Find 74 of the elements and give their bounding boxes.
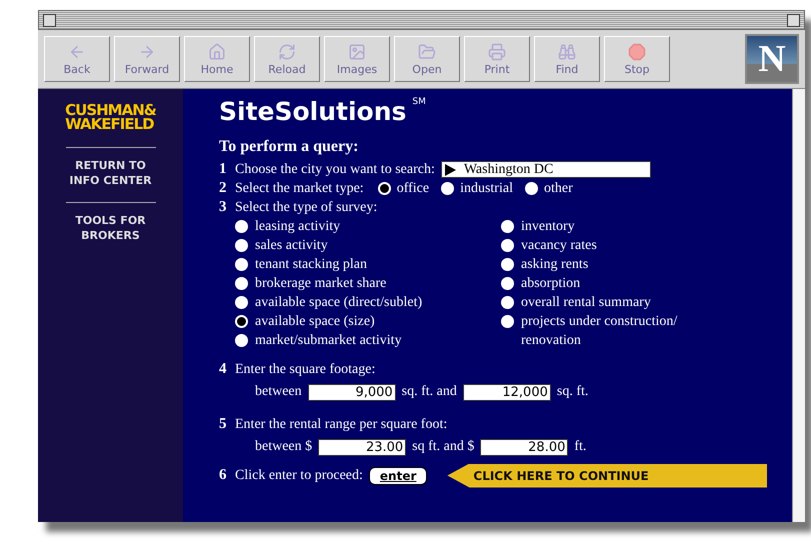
binoculars-icon — [558, 42, 576, 60]
option-label: vacancy rates — [521, 237, 598, 255]
radio-button[interactable] — [235, 239, 248, 252]
sidebar-link[interactable]: RETURN TO INFO CENTER — [66, 147, 156, 202]
step-number: 2 — [219, 180, 228, 197]
option-label: tenant stacking plan — [255, 256, 368, 274]
radio-button[interactable] — [235, 296, 248, 309]
radio-button[interactable] — [235, 258, 248, 271]
step-number: 6 — [219, 467, 228, 484]
input-field[interactable]: 28.00 — [480, 438, 568, 456]
radio-button[interactable] — [235, 277, 248, 290]
option-label: inventory — [521, 218, 576, 236]
city-select[interactable]: Washington DC — [440, 161, 651, 178]
zoom-box[interactable] — [787, 14, 800, 26]
option-label: projects under construction/ renovation — [521, 313, 678, 350]
range-label: ft. — [574, 439, 586, 455]
radio-button[interactable] — [235, 334, 248, 347]
radio-button[interactable] — [441, 182, 454, 195]
refresh-icon — [278, 42, 296, 60]
step-number: 4 — [219, 361, 228, 378]
printer-icon — [488, 42, 506, 60]
range-label: between — [255, 384, 302, 400]
range-label: between $ — [255, 439, 312, 455]
input-field[interactable]: 23.00 — [318, 438, 406, 456]
step-label: Click enter to proceed: — [235, 468, 363, 484]
option-label: overall rental summary — [521, 294, 652, 312]
image-icon — [348, 42, 366, 60]
triangle-icon — [444, 164, 456, 176]
section-heading: To perform a query: — [219, 138, 360, 156]
step-label: Choose the city you want to search: — [235, 162, 435, 178]
stop-icon — [628, 42, 646, 60]
radio-button[interactable] — [501, 239, 514, 252]
option-label: available space (size) — [255, 313, 376, 331]
page-title: SiteSolutions$^{SM}$ — [219, 97, 427, 126]
option-label: available space (direct/sublet) — [255, 294, 424, 312]
option-label: leasing activity — [255, 218, 342, 236]
callout-banner: CLICK HERE TO CONTINUE — [447, 464, 768, 488]
input-field[interactable]: 12,000 — [462, 384, 551, 400]
option-label: other — [544, 180, 573, 196]
input-field[interactable]: 9,000 — [308, 384, 396, 400]
radio-button[interactable] — [501, 296, 514, 309]
radio-button[interactable] — [501, 258, 514, 271]
radio-button[interactable] — [378, 182, 391, 195]
scroll-bar[interactable] — [792, 89, 805, 522]
option-label: asking rents — [521, 256, 590, 274]
close-box[interactable] — [43, 14, 56, 26]
radio-button[interactable] — [501, 220, 514, 233]
browser-logo[interactable]: N — [745, 34, 799, 84]
radio-button[interactable] — [524, 182, 538, 195]
option-label: sales activity — [255, 237, 329, 255]
radio-button[interactable] — [235, 315, 248, 328]
step-label: Enter the rental range per square foot: — [235, 416, 448, 432]
range-label: sq. ft. and — [402, 384, 457, 400]
step-label: Select the market type: — [235, 180, 364, 196]
step-label: Enter the square footage: — [235, 362, 376, 378]
range-label: sq ft. and $ — [412, 439, 474, 455]
range-label: sq. ft. — [556, 384, 588, 400]
option-label: market/submarket activity — [255, 332, 403, 350]
folder-icon — [418, 42, 436, 60]
enter-button[interactable]: enter — [368, 466, 428, 484]
option-label: absorption — [521, 275, 582, 293]
company-logo: CUSHMAN& WAKEFIELD — [65, 103, 156, 131]
house-icon — [208, 42, 226, 60]
step-label: Select the type of survey: — [235, 200, 378, 216]
step-number: 5 — [219, 416, 228, 433]
step-number: 1 — [219, 161, 228, 178]
radio-button[interactable] — [235, 220, 248, 233]
option-label: brokerage market share — [255, 275, 388, 293]
step-number: 3 — [219, 199, 228, 216]
radio-button[interactable] — [501, 277, 514, 290]
radio-button[interactable] — [501, 315, 514, 328]
option-label: office — [396, 180, 430, 196]
option-label: industrial — [460, 180, 513, 196]
sidebar-link[interactable]: TOOLS FOR BROKERS — [66, 202, 156, 257]
